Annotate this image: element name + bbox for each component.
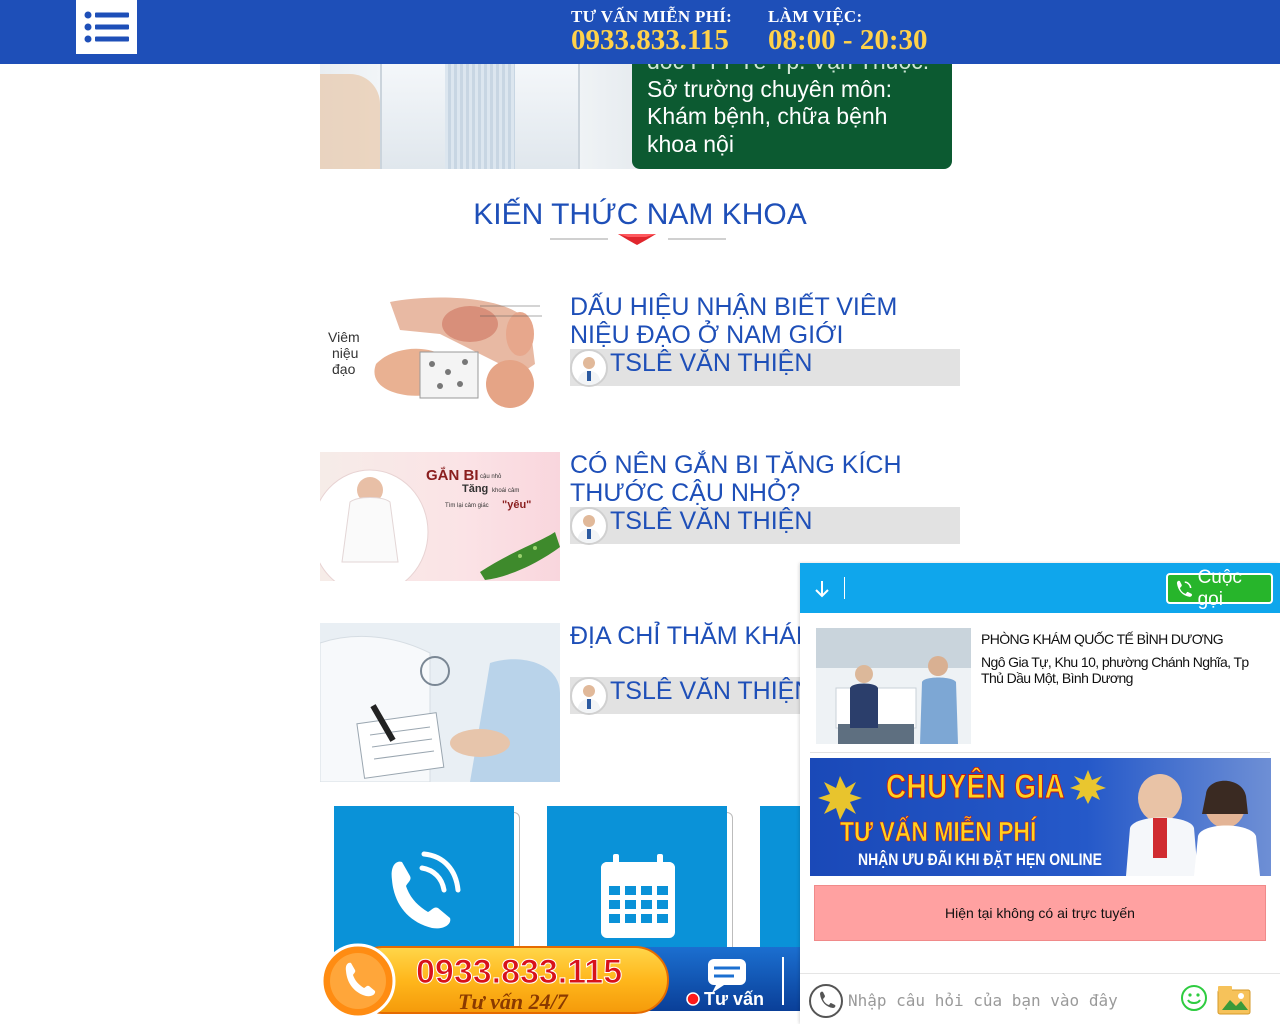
author-bar: TSLÊ VĂN THIỆN (570, 349, 960, 387)
author-avatar (570, 677, 608, 715)
call-button[interactable]: Cuộc gọi (1166, 567, 1273, 610)
svg-text:khoái cảm: khoái cảm (492, 488, 519, 494)
anatomy-illustration: Viêm niệu đạo (320, 294, 560, 412)
doctor-bio-line: khoa nội (647, 130, 734, 157)
author-name[interactable]: TSLÊ VĂN THIỆN (610, 349, 812, 377)
emoji-icon[interactable] (1180, 984, 1208, 1012)
hotline-banner-graphic: 0933.833.115 Tư vấn 24/7 Tư vấn (320, 943, 800, 1019)
top-bar: TƯ VẤN MIỄN PHÍ: 0933.833.115 LÀM VIỆC: … (0, 0, 1280, 64)
arrow-down-icon (815, 581, 829, 598)
banner-consult-label: Tư vấn (704, 989, 764, 1009)
hotline-number[interactable]: 0933.833.115 (571, 24, 729, 57)
clinic-card: PHÒNG KHÁM QUỐC TẾ BÌNH DƯƠNG Ngô Gia Tự… (810, 621, 1270, 753)
promo-title: CHUYÊN GIA (886, 768, 1066, 807)
call-button-label: Cuộc gọi (1197, 566, 1242, 610)
list-icon (84, 11, 129, 43)
svg-text:cậu nhỏ: cậu nhỏ (480, 473, 502, 480)
chat-header: Cuộc gọi (800, 563, 1280, 613)
svg-text:"yêu": "yêu" (502, 499, 531, 511)
menu-button[interactable] (76, 0, 137, 54)
promo-subtitle: TƯ VẤN MIỄN PHÍ (840, 816, 1037, 848)
section-title: KIẾN THỨC NAM KHOA (473, 198, 807, 231)
promo-banner[interactable]: CHUYÊN GIA TƯ VẤN MIỄN PHÍ NHẬN ƯU ĐÃI K… (810, 758, 1271, 876)
author-name[interactable]: TSLÊ VĂN THIỆN (610, 507, 812, 535)
consult-tile[interactable] (760, 806, 800, 956)
article-thumbnail[interactable] (320, 623, 560, 782)
author-avatar (570, 507, 608, 545)
chat-collapse-button[interactable] (814, 577, 845, 601)
svg-text:Tìm lại cảm giác: Tìm lại cảm giác (445, 503, 489, 509)
promo-caption: NHẬN ƯU ĐÃI KHI ĐẶT HẸN ONLINE (858, 850, 1102, 869)
offline-status: Hiện tại không có ai trực tuyến (814, 885, 1266, 941)
booking-tile[interactable] (547, 806, 727, 956)
article-thumbnail[interactable]: GẮN BI cậu nhỏ Tăng khoái cảm Tìm lại cả… (320, 452, 560, 581)
doctor-bio-line: Sở trường chuyên môn: (647, 75, 893, 102)
image-upload-icon[interactable] (1216, 982, 1252, 1016)
heart-ribbon-icon (618, 234, 656, 245)
article-item[interactable]: Viêm niệu đạo DẤU HIỆU NHẬN BIẾT VIÊM NI… (320, 293, 960, 414)
svg-text:Tăng: Tăng (462, 483, 488, 495)
banner-phone: 0933.833.115 (416, 953, 622, 991)
hours-value: 08:00 - 20:30 (768, 24, 928, 56)
article-title[interactable]: CÓ NÊN GẮN BI TĂNG KÍCH THƯỚC CẬU NHỎ? (570, 451, 960, 507)
svg-text:niệu: niệu (332, 345, 358, 361)
svg-text:đạo: đạo (332, 361, 356, 377)
chat-widget: Cuộc gọi PHÒNG KHÁM QUỐC TẾ BÌNH DƯƠNG N… (800, 563, 1280, 1024)
clinic-address: Ngô Gia Tự, Khu 10, phường Chánh Nghĩa, … (981, 654, 1249, 686)
phone-icon (1176, 580, 1193, 597)
article-illustration: GẮN BI cậu nhỏ Tăng khoái cảm Tìm lại cả… (320, 466, 560, 581)
phone-icon[interactable] (809, 984, 843, 1018)
author-bar: TSLÊ VĂN THIỆN (570, 507, 960, 545)
clinic-photo (816, 628, 971, 744)
svg-text:GẮN BI: GẮN BI (426, 466, 479, 484)
chat-message-input[interactable] (848, 986, 1168, 1014)
article-title[interactable]: DẤU HIỆU NHẬN BIẾT VIÊM NIỆU ĐẠO Ở NAM G… (570, 293, 960, 349)
doctor-consultation-photo (320, 623, 560, 782)
doctor-bio-line: Khám bệnh, chữa bệnh (647, 103, 888, 129)
banner-tagline: Tư vấn 24/7 (458, 989, 569, 1014)
svg-text:Viêm: Viêm (328, 329, 360, 345)
phone-call-icon (391, 851, 461, 929)
calendar-icon (601, 854, 675, 938)
author-avatar (570, 349, 608, 387)
call-tile[interactable] (334, 806, 514, 956)
article-thumbnail[interactable]: Viêm niệu đạo (320, 294, 560, 412)
doctor-photo (320, 64, 638, 169)
title-divider (550, 232, 730, 246)
chat-input-row (800, 973, 1280, 1024)
author-name[interactable]: TSLÊ VĂN THIỆN (610, 677, 812, 705)
clinic-name: PHÒNG KHÁM QUỐC TẾ BÌNH DƯƠNG (981, 631, 1224, 647)
hotline-banner[interactable]: 0933.833.115 Tư vấn 24/7 Tư vấn (320, 941, 800, 1019)
